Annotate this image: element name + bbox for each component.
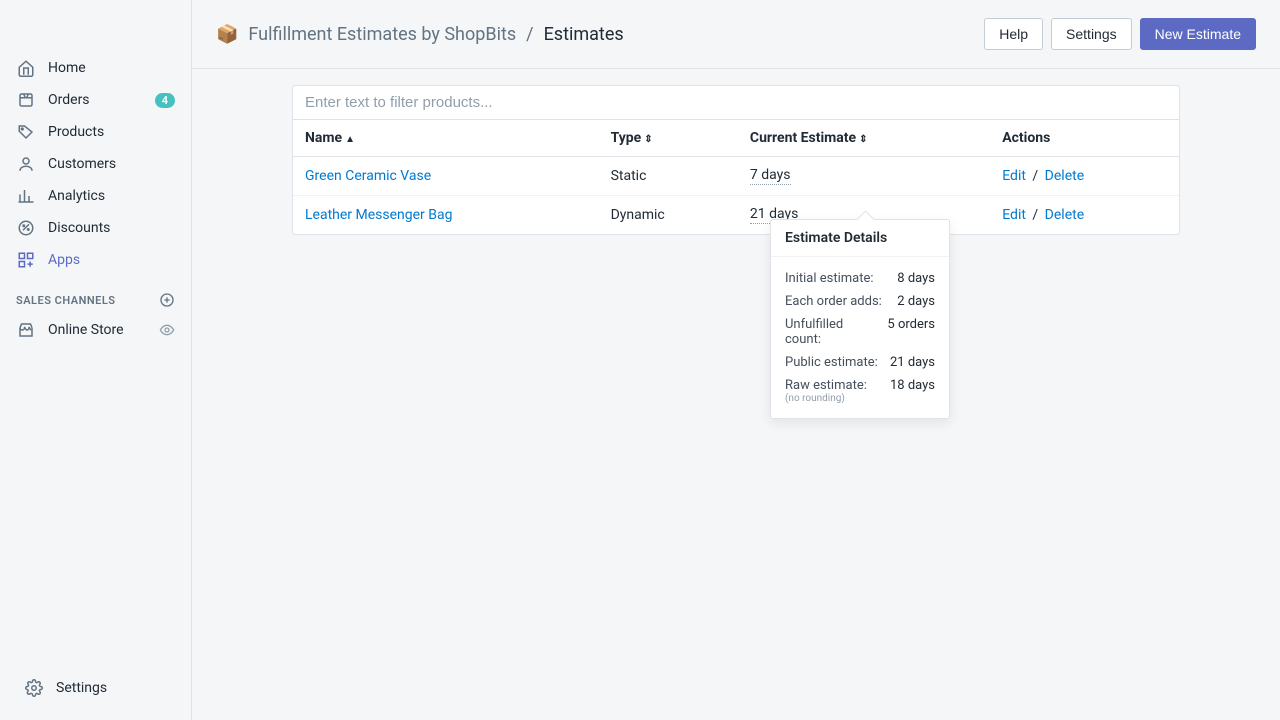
sidebar-item-label: Online Store <box>48 322 159 338</box>
estimate-value[interactable]: 7 days <box>750 167 791 185</box>
sidebar-item-apps[interactable]: Apps <box>8 244 183 276</box>
sidebar-item-orders[interactable]: Orders 4 <box>8 84 183 116</box>
type-cell: Dynamic <box>599 196 738 235</box>
home-icon <box>16 58 36 78</box>
popover-row: Each order adds: 2 days <box>785 290 935 313</box>
add-channel-icon[interactable] <box>159 292 175 308</box>
customers-icon <box>16 154 36 174</box>
view-store-icon[interactable] <box>159 322 175 338</box>
popover-value: 2 days <box>897 294 935 309</box>
edit-link[interactable]: Edit <box>1002 207 1026 223</box>
analytics-icon <box>16 186 36 206</box>
estimates-table: Name▲ Type⇕ Current Estimate⇕ Actions Gr… <box>293 120 1179 234</box>
sort-both-icon: ⇕ <box>644 134 652 145</box>
breadcrumb-app[interactable]: Fulfillment Estimates by ShopBits <box>248 24 516 45</box>
apps-icon <box>16 250 36 270</box>
col-type[interactable]: Type⇕ <box>599 120 738 157</box>
orders-icon <box>16 90 36 110</box>
sidebar-item-label: Discounts <box>48 220 175 236</box>
popover-title: Estimate Details <box>771 220 949 257</box>
popover-body: Initial estimate: 8 days Each order adds… <box>771 257 949 418</box>
content-area: Name▲ Type⇕ Current Estimate⇕ Actions Gr… <box>192 69 1280 251</box>
sort-both-icon: ⇕ <box>859 134 867 145</box>
action-separator: / <box>1029 207 1042 223</box>
sidebar-item-customers[interactable]: Customers <box>8 148 183 180</box>
popover-key-sub: (no rounding) <box>785 393 867 404</box>
page-header: 📦 Fulfillment Estimates by ShopBits / Es… <box>192 0 1280 69</box>
header-actions: Help Settings New Estimate <box>984 18 1256 50</box>
settings-button[interactable]: Settings <box>1051 18 1132 50</box>
orders-badge: 4 <box>155 93 175 108</box>
delete-link[interactable]: Delete <box>1045 207 1084 223</box>
col-name[interactable]: Name▲ <box>293 120 599 157</box>
breadcrumb: 📦 Fulfillment Estimates by ShopBits / Es… <box>216 24 624 45</box>
action-separator: / <box>1029 168 1042 184</box>
popover-key: Unfulfilled count: <box>785 317 879 347</box>
table-row: Green Ceramic Vase Static 7 days Edit / … <box>293 157 1179 196</box>
sidebar-item-label: Home <box>48 60 175 76</box>
sidebar-item-label: Products <box>48 124 175 140</box>
popover-value: 5 orders <box>887 317 935 347</box>
sidebar-item-home[interactable]: Home <box>8 52 183 84</box>
product-link[interactable]: Green Ceramic Vase <box>305 168 431 184</box>
breadcrumb-current: Estimates <box>544 24 624 45</box>
sales-channels-header: SALES CHANNELS <box>0 276 191 314</box>
edit-link[interactable]: Edit <box>1002 168 1026 184</box>
sidebar-item-analytics[interactable]: Analytics <box>8 180 183 212</box>
estimates-card: Name▲ Type⇕ Current Estimate⇕ Actions Gr… <box>292 85 1180 235</box>
sidebar-item-label: Settings <box>56 680 167 696</box>
sidebar-item-discounts[interactable]: Discounts <box>8 212 183 244</box>
estimate-details-popover: Estimate Details Initial estimate: 8 day… <box>770 219 950 419</box>
sidebar-item-label: Orders <box>48 92 155 108</box>
breadcrumb-separator: / <box>526 24 533 45</box>
channels-list: Online Store <box>0 314 191 346</box>
sidebar-item-label: Analytics <box>48 188 175 204</box>
col-estimate[interactable]: Current Estimate⇕ <box>738 120 990 157</box>
popover-key: Public estimate: <box>785 355 878 370</box>
package-icon: 📦 <box>216 24 238 45</box>
sidebar-item-label: Customers <box>48 156 175 172</box>
products-icon <box>16 122 36 142</box>
sidebar: Home Orders 4 Products Customers Analyti… <box>0 0 192 720</box>
sidebar-item-label: Apps <box>48 252 175 268</box>
sidebar-item-products[interactable]: Products <box>8 116 183 148</box>
type-cell: Static <box>599 157 738 196</box>
popover-value: 18 days <box>890 378 935 404</box>
popover-value: 21 days <box>890 355 935 370</box>
nav-list: Home Orders 4 Products Customers Analyti… <box>0 52 191 276</box>
help-button[interactable]: Help <box>984 18 1043 50</box>
sort-asc-icon: ▲ <box>345 134 355 145</box>
popover-key: Each order adds: <box>785 294 882 309</box>
popover-value: 8 days <box>897 271 935 286</box>
table-row: Leather Messenger Bag Dynamic 21 days Ed… <box>293 196 1179 235</box>
settings-icon <box>24 678 44 698</box>
sidebar-item-settings[interactable]: Settings <box>16 672 175 704</box>
popover-row: Unfulfilled count: 5 orders <box>785 313 935 351</box>
product-link[interactable]: Leather Messenger Bag <box>305 207 452 223</box>
delete-link[interactable]: Delete <box>1045 168 1084 184</box>
main-content: 📦 Fulfillment Estimates by ShopBits / Es… <box>192 0 1280 720</box>
sidebar-item-online-store[interactable]: Online Store <box>8 314 183 346</box>
discounts-icon <box>16 218 36 238</box>
filter-input[interactable] <box>293 86 1179 120</box>
popover-key: Initial estimate: <box>785 271 874 286</box>
popover-row: Raw estimate: (no rounding) 18 days <box>785 374 935 408</box>
store-icon <box>16 320 36 340</box>
col-actions: Actions <box>990 120 1179 157</box>
new-estimate-button[interactable]: New Estimate <box>1140 18 1256 50</box>
popover-row: Initial estimate: 8 days <box>785 267 935 290</box>
popover-key: Raw estimate: (no rounding) <box>785 378 867 404</box>
popover-row: Public estimate: 21 days <box>785 351 935 374</box>
section-label: SALES CHANNELS <box>16 294 116 307</box>
